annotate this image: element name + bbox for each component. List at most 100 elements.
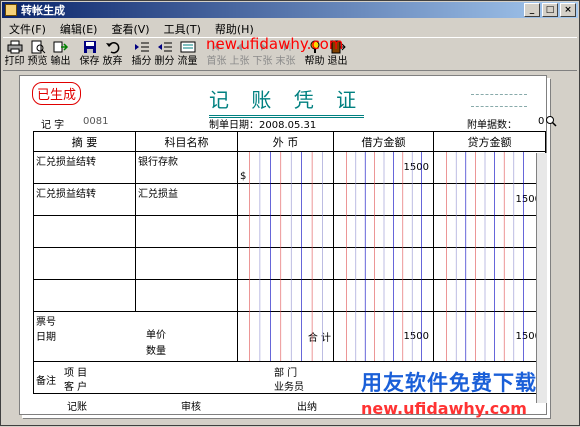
- header-credit: 贷方金额: [433, 131, 546, 152]
- fx-cell[interactable]: [237, 247, 334, 280]
- currency-symbol: $: [240, 171, 247, 182]
- attachments-label: 附单据数：: [467, 120, 517, 131]
- export-button[interactable]: 输出: [49, 38, 72, 70]
- credit-cell[interactable]: 1500: [433, 183, 546, 216]
- account-cell[interactable]: [135, 247, 238, 280]
- print-label: 打印: [4, 56, 25, 67]
- header-debit: 借方金额: [333, 131, 434, 152]
- watermark-url-top: new.ufidawhy.com: [206, 35, 344, 53]
- close-button[interactable]: ×: [560, 3, 576, 17]
- menu-help[interactable]: 帮助(H): [209, 19, 262, 36]
- menu-view[interactable]: 查看(V): [105, 19, 157, 36]
- app-icon: [5, 4, 17, 16]
- flow-label: 流量: [177, 56, 198, 67]
- account-cell[interactable]: 汇兑损益: [135, 183, 238, 216]
- summary-cell[interactable]: 汇兑损益结转: [33, 151, 136, 184]
- voucher-title: 记 账 凭 证: [209, 84, 365, 118]
- header-account: 科目名称: [135, 131, 238, 152]
- total-debit: 1500: [333, 311, 434, 362]
- ticket-info-cell: 票号 日期 单价 数量: [33, 311, 238, 362]
- date-label: 日期: [36, 332, 56, 343]
- menu-file[interactable]: 文件(F): [3, 19, 54, 36]
- delete-row-label: 删分: [154, 56, 175, 67]
- table-row: [33, 279, 546, 312]
- title-bar: 转帐生成 _ □ ×: [2, 2, 578, 18]
- account-cell[interactable]: 银行存款: [135, 151, 238, 184]
- table-row: [33, 247, 546, 280]
- summary-cell[interactable]: 汇兑损益结转: [33, 183, 136, 216]
- generated-stamp: 已生成: [32, 82, 82, 105]
- summary-cell[interactable]: [33, 215, 136, 248]
- preview-button[interactable]: 预览: [26, 38, 49, 70]
- debit-cell[interactable]: 1500: [333, 151, 434, 184]
- project-label: 项 目: [64, 368, 88, 379]
- print-button[interactable]: 打印: [3, 38, 26, 70]
- total-credit: 1500: [433, 311, 546, 362]
- header-summary: 摘 要: [33, 131, 136, 152]
- credit-cell[interactable]: [433, 151, 546, 184]
- insert-row-icon: [134, 42, 149, 52]
- first-label: 首张: [206, 56, 227, 67]
- header-foreign-currency: 外 币: [237, 131, 334, 152]
- quantity-label: 数量: [146, 346, 166, 357]
- insert-row-label: 插分: [131, 56, 152, 67]
- voucher-table: 摘 要 科目名称 外 币 借方金额 贷方金额 汇兑损益结转 银行存款 $ 150…: [33, 131, 546, 394]
- price-label: 单价: [146, 330, 166, 341]
- search-icon[interactable]: [545, 115, 557, 127]
- menu-bar: 文件(F) 编辑(E) 查看(V) 工具(T) 帮助(H): [3, 19, 262, 36]
- vertical-scrollbar[interactable]: [536, 153, 547, 403]
- signature-reviewer: 审核: [181, 402, 201, 413]
- table-header-row: 摘 要 科目名称 外 币 借方金额 贷方金额: [33, 131, 546, 152]
- delete-row-button[interactable]: 删分: [153, 38, 176, 70]
- debit-cell[interactable]: [333, 215, 434, 248]
- debit-cell[interactable]: [333, 247, 434, 280]
- voucher-date[interactable]: 制单日期：2008.05.31: [209, 116, 316, 131]
- fx-cell[interactable]: [237, 183, 334, 216]
- save-icon: [83, 41, 96, 53]
- summary-cell[interactable]: [33, 279, 136, 312]
- minimize-button[interactable]: _: [524, 3, 540, 17]
- next-label: 下张: [252, 56, 273, 67]
- customer-label: 客 户: [64, 382, 88, 393]
- insert-row-button[interactable]: 插分: [130, 38, 153, 70]
- voucher-type-label: 记 字: [41, 120, 65, 131]
- header-dash-line: [471, 94, 527, 95]
- summary-cell[interactable]: [33, 247, 136, 280]
- credit-cell[interactable]: [433, 247, 546, 280]
- signature-cashier: 出纳: [297, 402, 317, 413]
- account-cell[interactable]: [135, 279, 238, 312]
- attachments-value[interactable]: 0: [538, 116, 544, 127]
- save-label: 保存: [79, 56, 100, 67]
- ticket-label: 票号: [36, 317, 56, 328]
- preview-icon: [31, 40, 45, 54]
- watermark-brand: 用友软件免费下载: [361, 371, 537, 395]
- flow-button[interactable]: 流量: [176, 38, 199, 70]
- flow-icon: [180, 41, 195, 53]
- last-label: 末张: [275, 56, 296, 67]
- table-row: 汇兑损益结转 银行存款 $ 1500: [33, 151, 546, 184]
- menu-edit[interactable]: 编辑(E): [54, 19, 106, 36]
- fx-cell[interactable]: $: [237, 151, 334, 184]
- account-cell[interactable]: [135, 215, 238, 248]
- note-label: 备注: [36, 376, 56, 387]
- debit-cell[interactable]: [333, 279, 434, 312]
- credit-cell[interactable]: [433, 215, 546, 248]
- voucher-window: 转帐生成 _ □ × 文件(F) 编辑(E) 查看(V) 工具(T) 帮助(H)…: [0, 0, 580, 426]
- undo-icon: [105, 42, 119, 54]
- debit-cell[interactable]: [333, 183, 434, 216]
- fx-cell[interactable]: [237, 215, 334, 248]
- save-button[interactable]: 保存: [78, 38, 101, 70]
- delete-row-icon: [157, 42, 172, 52]
- credit-cell[interactable]: [433, 279, 546, 312]
- menu-tools[interactable]: 工具(T): [158, 19, 209, 36]
- watermark-url-bottom: new.ufidawhy.com: [361, 399, 527, 418]
- undo-label: 放弃: [102, 56, 123, 67]
- export-icon: [53, 41, 68, 53]
- window-title: 转帐生成: [21, 4, 65, 17]
- fx-cell[interactable]: [237, 279, 334, 312]
- undo-button[interactable]: 放弃: [101, 38, 124, 70]
- voucher-number[interactable]: 0081: [83, 116, 108, 127]
- maximize-button[interactable]: □: [542, 3, 558, 17]
- header-dash-line: [471, 106, 527, 107]
- preview-label: 预览: [27, 56, 48, 67]
